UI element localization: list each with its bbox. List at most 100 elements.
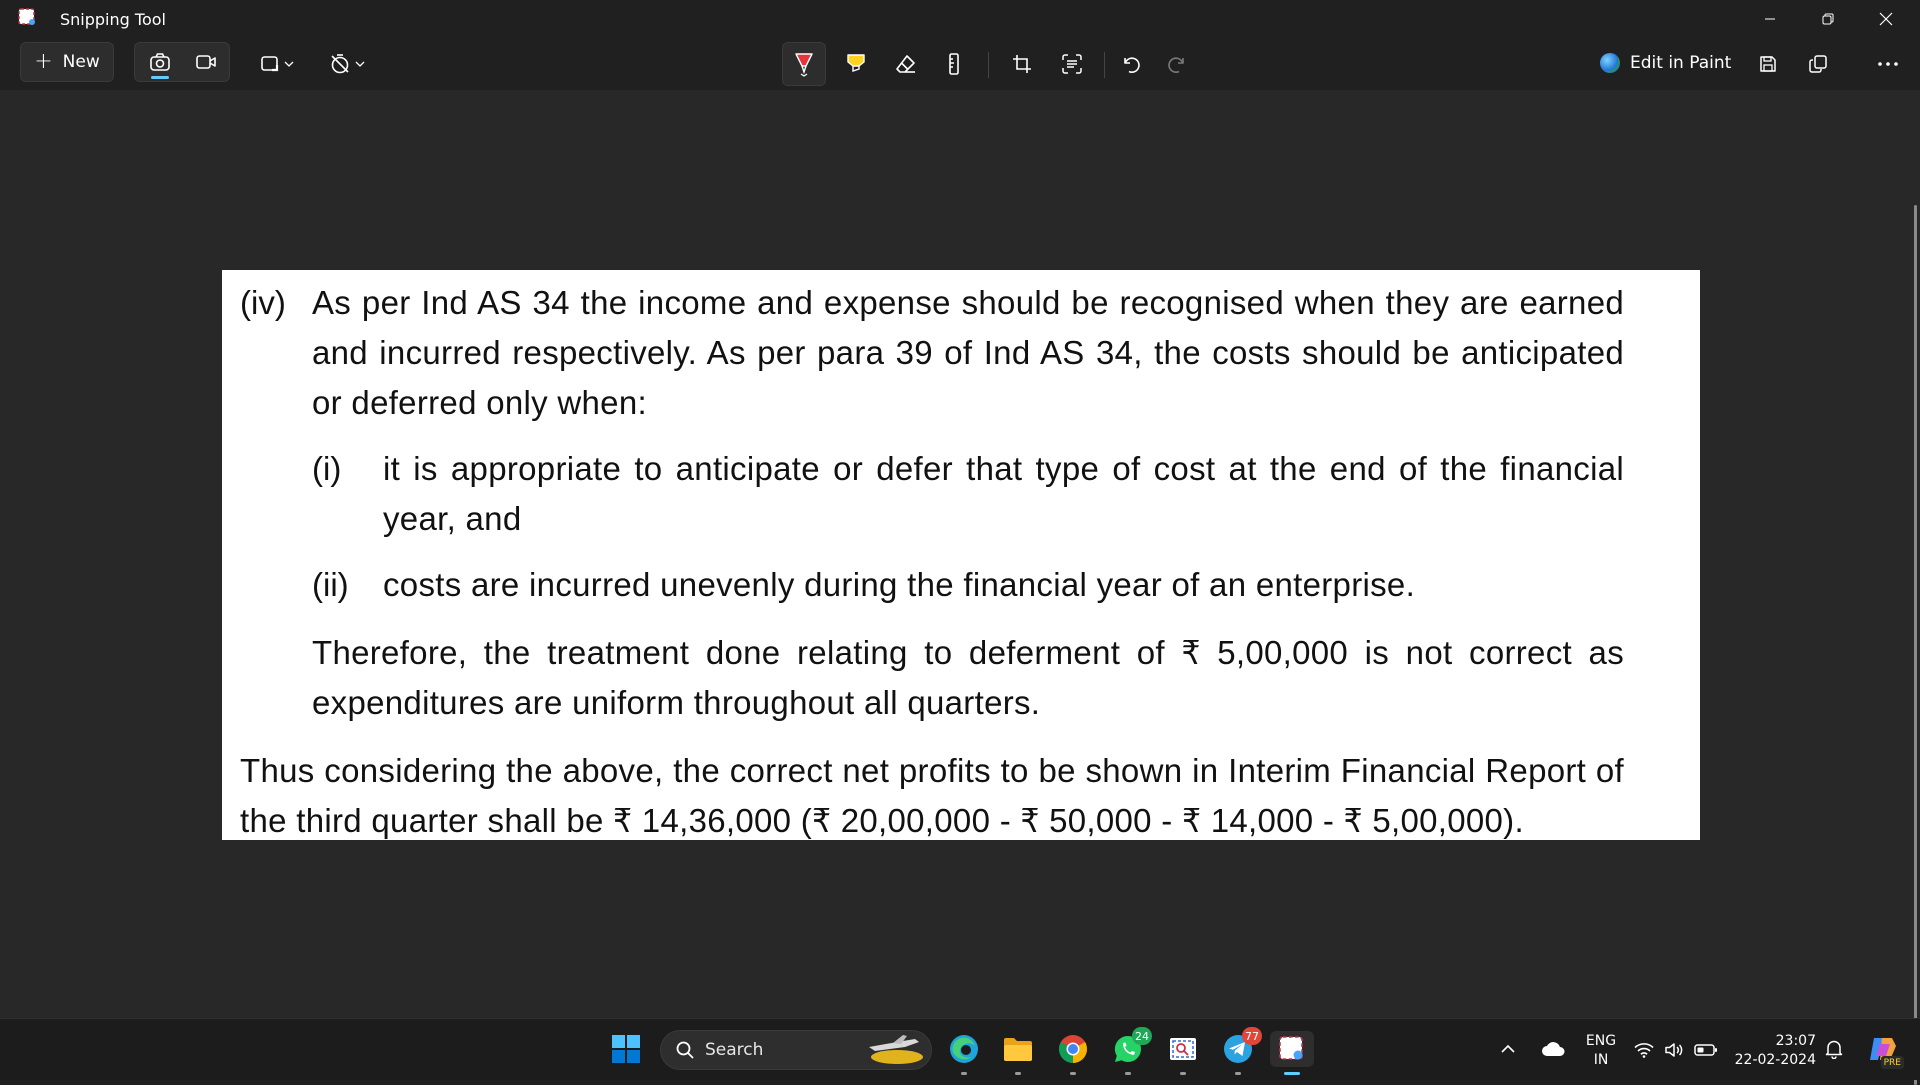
taskbar-edge[interactable]: [946, 1031, 982, 1075]
taskbar: Search 24 77 ENG IN 23:07 22-02-2024 PRE: [0, 1018, 1920, 1080]
copilot-button[interactable]: PRE: [1862, 1031, 1904, 1069]
taskbar-snip-app[interactable]: [1165, 1031, 1201, 1075]
taskbar-telegram[interactable]: 77: [1220, 1027, 1262, 1075]
edit-in-paint-button[interactable]: Edit in Paint: [1600, 48, 1731, 78]
new-button-label: New: [62, 52, 100, 72]
paint-icon: [1600, 53, 1620, 73]
toolbar: + New Edit in Paint: [0, 38, 1920, 90]
running-indicator: [1015, 1072, 1021, 1075]
eraser-button[interactable]: [884, 42, 928, 86]
bell-icon: [1825, 1040, 1843, 1059]
timer-dropdown[interactable]: [324, 44, 370, 84]
chevron-up-icon: [1501, 1044, 1515, 1053]
search-label: Search: [705, 1040, 764, 1060]
video-icon: [196, 55, 216, 69]
toolbar-separator: [1104, 52, 1105, 78]
rectangle-mode-icon: [261, 56, 279, 72]
save-icon: [1760, 56, 1776, 72]
telegram-unread-badge: 77: [1242, 1027, 1262, 1045]
windows-start-icon: [612, 1035, 640, 1063]
chevron-down-icon: [355, 61, 365, 67]
snipping-tool-app-icon: [18, 8, 35, 25]
language-indicator[interactable]: ENG IN: [1578, 1031, 1624, 1071]
language-line-1: ENG: [1585, 1033, 1617, 1049]
save-button[interactable]: [1746, 42, 1790, 86]
redo-icon: [1168, 57, 1184, 73]
chevron-down-icon: [284, 61, 294, 67]
highlighter-button[interactable]: [834, 42, 878, 86]
para-iv-label: (iv): [240, 284, 286, 321]
running-indicator: [1125, 1072, 1131, 1075]
screenshot-mode-button[interactable]: [137, 43, 183, 81]
new-button[interactable]: + New: [20, 42, 114, 82]
minimize-icon: [1765, 18, 1775, 20]
edge-icon: [950, 1035, 978, 1063]
file-explorer-icon: [1004, 1038, 1032, 1061]
more-icon: [1878, 62, 1898, 66]
item-ii-text: costs are incurred unevenly during the f…: [383, 566, 1416, 603]
taskbar-snipping-tool[interactable]: [1270, 1031, 1314, 1075]
title-bar: Snipping Tool: [0, 0, 1920, 38]
taskbar-whatsapp[interactable]: 24: [1110, 1027, 1152, 1075]
snipping-tool-icon: [1279, 1036, 1303, 1060]
show-hidden-icons-button[interactable]: [1496, 1031, 1520, 1067]
chrome-icon: [1059, 1035, 1087, 1063]
volume-icon: [1665, 1043, 1683, 1057]
highlighter-icon: [847, 54, 865, 72]
therefore-text: Therefore, the treatment done relating t…: [312, 634, 1624, 721]
start-button[interactable]: [608, 1031, 644, 1067]
item-ii-label: (ii): [312, 566, 349, 603]
taskbar-file-explorer[interactable]: [1000, 1031, 1036, 1075]
item-i-text: it is appropriate to anticipate or defer…: [383, 450, 1624, 537]
plus-icon: +: [34, 49, 53, 74]
video-mode-button[interactable]: [183, 43, 229, 81]
para-iv-text: As per Ind AS 34 the income and expense …: [312, 284, 1624, 421]
onedrive-button[interactable]: [1538, 1031, 1568, 1067]
snip-shape-dropdown[interactable]: [254, 44, 300, 84]
whatsapp-unread-badge: 24: [1132, 1027, 1152, 1045]
running-indicator: [1235, 1072, 1241, 1075]
running-indicator: [961, 1072, 967, 1075]
text-actions-button[interactable]: [1050, 42, 1094, 86]
undo-button[interactable]: [1110, 42, 1154, 86]
taskbar-chrome[interactable]: [1055, 1031, 1091, 1075]
crop-icon: [1013, 55, 1031, 73]
no-timer-icon: [331, 54, 349, 74]
running-indicator: [1180, 1072, 1186, 1075]
copy-button[interactable]: [1796, 42, 1840, 86]
ballpoint-pen-icon: [795, 53, 813, 77]
search-icon: [676, 1041, 694, 1059]
taskbar-search[interactable]: Search: [660, 1030, 932, 1070]
toolbar-separator: [988, 52, 989, 78]
crop-button[interactable]: [1000, 42, 1044, 86]
active-indicator: [1284, 1072, 1300, 1075]
notifications-button[interactable]: [1820, 1031, 1848, 1067]
copy-icon: [1809, 55, 1827, 73]
quick-settings-button[interactable]: [1634, 1033, 1724, 1067]
item-i-label: (i): [312, 450, 342, 487]
redo-button[interactable]: [1154, 42, 1198, 86]
wifi-icon: [1634, 1043, 1654, 1058]
captured-image: (iv) As per Ind AS 34 the income and exp…: [222, 270, 1700, 840]
copilot-preview-badge: PRE: [1880, 1056, 1904, 1069]
clock-button[interactable]: 23:07 22-02-2024: [1730, 1031, 1816, 1071]
close-button[interactable]: [1858, 0, 1914, 38]
more-options-button[interactable]: [1866, 42, 1910, 86]
onedrive-icon: [1542, 1042, 1565, 1056]
close-icon: [1879, 12, 1893, 26]
capture-mode-group: [134, 42, 230, 82]
ruler-button[interactable]: [932, 42, 976, 86]
clock-date: 22-02-2024: [1734, 1052, 1816, 1068]
vertical-scrollbar[interactable]: [1914, 205, 1917, 1085]
edit-in-paint-label: Edit in Paint: [1630, 53, 1732, 73]
text-actions-icon: [1062, 54, 1082, 74]
camera-icon: [150, 53, 170, 71]
ballpoint-pen-button[interactable]: [782, 42, 826, 86]
minimize-button[interactable]: [1742, 0, 1798, 38]
ruler-icon: [949, 53, 959, 75]
clock-time: 23:07: [1775, 1033, 1816, 1049]
snip-app-icon: [1170, 1038, 1196, 1060]
battery-icon: [1694, 1044, 1717, 1056]
restore-button[interactable]: [1800, 0, 1856, 38]
restore-icon: [1822, 13, 1834, 25]
